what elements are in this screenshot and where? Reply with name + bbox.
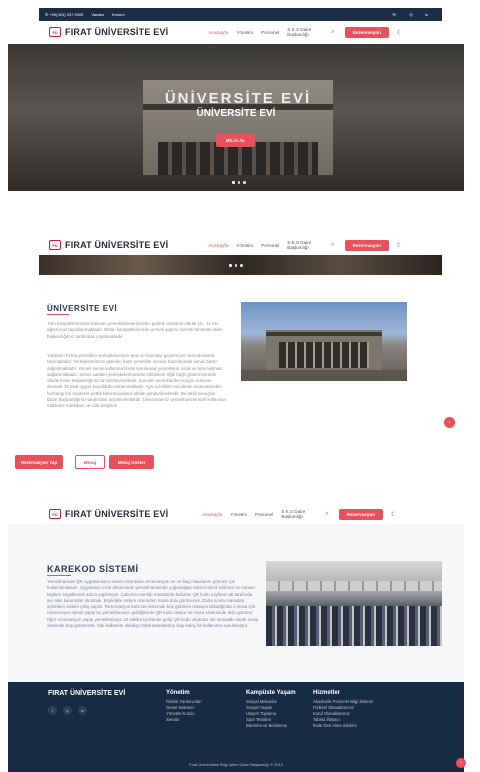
message-button[interactable]: Mesaj xyxy=(75,455,105,469)
search-icon[interactable]: ⌕ xyxy=(331,242,334,249)
footer-link[interactable]: Senato xyxy=(166,717,241,723)
dark-mode-icon[interactable]: ☾ xyxy=(397,29,402,36)
about-paragraph-1: Tüm kampüslerimizde bulunan yemekhaneler… xyxy=(47,321,223,339)
show-message-button[interactable]: Mesaj Göster xyxy=(109,455,154,469)
footer-col-title: Hizmetler xyxy=(313,690,341,696)
make-reservation-button[interactable]: Rezervasyon Yap xyxy=(15,455,63,469)
brand-title[interactable]: FIRAT ÜNİVERSİTE EVİ xyxy=(65,509,168,519)
info-button[interactable]: BİLGİ AL xyxy=(216,134,256,147)
nav-item-home[interactable]: AnaSayfa xyxy=(202,512,222,517)
topbar-link-vardan[interactable]: Vardan xyxy=(91,12,104,17)
nav-item-home[interactable]: AnaSayfa xyxy=(208,243,228,248)
dark-mode-icon[interactable]: ☾ xyxy=(397,242,402,249)
footer-link[interactable]: İhale Geri Alma Sistemi xyxy=(313,723,423,729)
phone-text[interactable]: ✆ +90(424) 237 0000 xyxy=(45,12,83,17)
nav-item-home[interactable]: AnaSayfa xyxy=(208,30,228,35)
nav-item-sks[interactable]: S.K.S Daire Başkanlığı xyxy=(281,509,315,519)
topbar-link-konum[interactable]: Konum xyxy=(112,12,125,17)
building-photo xyxy=(241,302,407,381)
twitter-icon[interactable]: 🐦 xyxy=(392,12,397,17)
instagram-icon[interactable]: ◎ xyxy=(409,12,413,17)
logo-icon[interactable]: FÜ xyxy=(49,27,61,37)
footer-brand: FIRAT ÜNİVERSİTE EVİ xyxy=(48,690,126,697)
footer: FIRAT ÜNİVERSİTE EVİ t ◎ in Yönetim Rekt… xyxy=(8,682,466,772)
logo-icon[interactable]: FÜ xyxy=(49,240,61,250)
karekod-section: KAREKOD SİSTEMİ Yemekhanede QR uygulamas… xyxy=(8,524,464,682)
karekod-title: KAREKOD SİSTEMİ xyxy=(47,564,139,574)
nav-item-sks[interactable]: S.K.S Daire Başkanlığı xyxy=(287,240,321,250)
dining-hall-photo xyxy=(266,561,442,646)
title-underline xyxy=(47,575,71,576)
brand-title[interactable]: FIRAT ÜNİVERSİTE EVİ xyxy=(65,240,168,250)
karekod-text: Yemekhanede QR uygulamasını sistem üzeri… xyxy=(47,579,259,629)
nav-item-personel[interactable]: Personel xyxy=(261,30,279,35)
building-sign: ÜNİVERSİTE EVİ xyxy=(164,90,312,107)
footer-link[interactable]: Barınma ve Beslenme xyxy=(246,723,306,729)
footer-col-title: Kampüste Yaşam xyxy=(246,690,296,696)
about-title: ÜNİVERSİTE EVİ xyxy=(47,304,118,313)
linkedin-icon[interactable]: in xyxy=(78,706,87,715)
scroll-top-button[interactable]: ↑ xyxy=(444,417,455,428)
slider-dots[interactable] xyxy=(232,181,246,184)
footer-col-yonetim: Yönetim Rektör Yardımcıları Genel Sekret… xyxy=(166,690,241,723)
nav-item-personel[interactable]: Personel xyxy=(255,512,273,517)
reservation-button[interactable]: Rezervasyon xyxy=(338,508,383,520)
scroll-top-button[interactable]: ↑ xyxy=(456,758,466,768)
reservation-button[interactable]: Rezervasyon xyxy=(344,26,389,38)
footer-col-hizmetler: Hizmetler Akademik Personel Bilgi Sistem… xyxy=(313,690,423,729)
about-paragraph-2: Yüklenici Firma yemekleri yerleşkelerimi… xyxy=(47,353,226,409)
instagram-icon[interactable]: ◎ xyxy=(63,706,72,715)
linkedin-icon[interactable]: in xyxy=(425,12,428,17)
footer-social: t ◎ in xyxy=(48,706,87,715)
main-nav: FÜ FIRAT ÜNİVERSİTE EVİ AnaSayfa Yönetim… xyxy=(39,21,442,43)
slider-dots[interactable] xyxy=(229,264,243,267)
copyright: Fırat Üniversitesi Bilgi İşlem Daire Baş… xyxy=(189,762,283,767)
dark-mode-icon[interactable]: ☾ xyxy=(391,511,396,518)
hero-title: ÜNİVERSİTE EVİ xyxy=(196,108,276,119)
topbar-social: 🐦 ◎ in xyxy=(392,12,428,17)
nav-item-yonetim[interactable]: Yönetim xyxy=(236,30,253,35)
nav-item-yonetim[interactable]: Yönetim xyxy=(236,243,253,248)
hero-slider-partial xyxy=(39,255,442,275)
top-bar: ✆ +90(424) 237 0000 Vardan Konum 🐦 ◎ in xyxy=(39,8,442,21)
nav-item-sks[interactable]: S.K.S Daire Başkanlığı xyxy=(287,27,321,37)
main-nav-3: FÜ FIRAT ÜNİVERSİTE EVİ AnaSayfa Yönetim… xyxy=(39,502,442,526)
nav-item-yonetim[interactable]: Yönetim xyxy=(230,512,247,517)
brand-title[interactable]: FIRAT ÜNİVERSİTE EVİ xyxy=(65,27,168,37)
footer-col-kampus: Kampüste Yaşam Sosyal Mekanlar Sosyal Ya… xyxy=(246,690,306,729)
search-icon[interactable]: ⌕ xyxy=(325,511,328,518)
search-icon[interactable]: ⌕ xyxy=(331,29,334,36)
hero-slider: ÜNİVERSİTE EVİ ÜNİVERSİTE EVİ BİLGİ AL xyxy=(8,44,464,191)
footer-col-title: Yönetim xyxy=(166,690,190,696)
nav-item-personel[interactable]: Personel xyxy=(261,243,279,248)
main-nav-2: FÜ FIRAT ÜNİVERSİTE EVİ AnaSayfa Yönetim… xyxy=(39,234,442,256)
reservation-button[interactable]: Rezervasyon xyxy=(344,239,389,251)
twitter-icon[interactable]: t xyxy=(48,706,57,715)
title-underline xyxy=(47,314,69,315)
logo-icon[interactable]: FÜ xyxy=(49,509,61,519)
